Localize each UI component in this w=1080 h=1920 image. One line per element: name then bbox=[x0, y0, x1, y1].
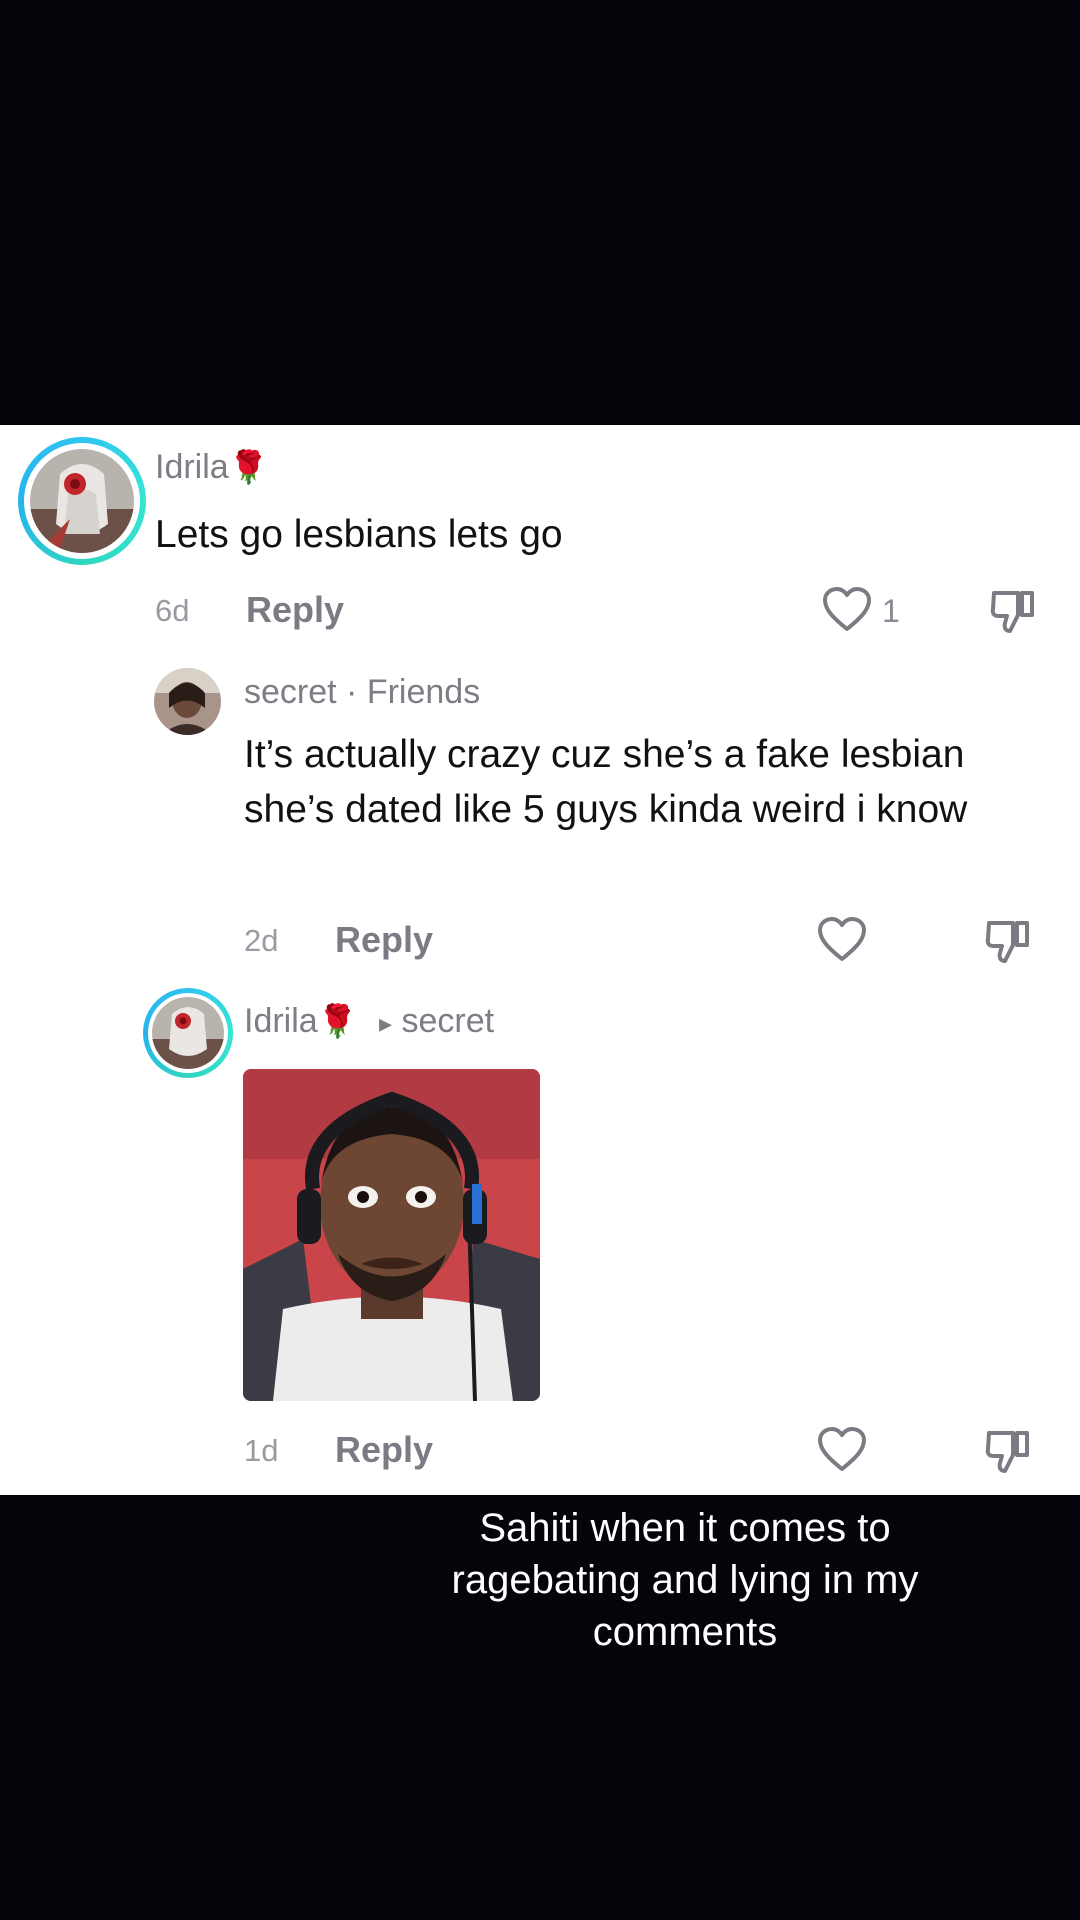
reaction-gif-image[interactable] bbox=[243, 1069, 540, 1401]
heart-icon[interactable] bbox=[817, 1427, 867, 1473]
avatar bbox=[30, 449, 134, 553]
comments-panel: Idrila🌹 Lets go lesbians lets go 6d Repl… bbox=[0, 425, 1080, 1495]
comment-2-text: It’s actually crazy cuz she’s a fake les… bbox=[244, 733, 968, 831]
comment-2-username[interactable]: secret · Friends bbox=[244, 673, 480, 712]
username-text[interactable]: Idrila bbox=[155, 448, 229, 486]
comment-1-text: Lets go lesbians lets go bbox=[155, 513, 563, 556]
avatar-ring[interactable] bbox=[143, 988, 233, 1078]
comment-3-reply-button[interactable]: Reply bbox=[335, 1429, 433, 1471]
comment-3-time: 1d bbox=[244, 1433, 279, 1468]
rose-emoji: 🌹 bbox=[228, 449, 269, 485]
comment-3-username[interactable]: Idrila🌹 ▸ secret bbox=[244, 1002, 494, 1041]
rose-emoji: 🌹 bbox=[317, 1003, 358, 1039]
avatar bbox=[152, 997, 224, 1069]
comment-1-username[interactable]: Idrila🌹 bbox=[155, 448, 269, 487]
heart-icon[interactable] bbox=[817, 917, 867, 963]
heart-icon[interactable] bbox=[822, 587, 872, 633]
dislike-icon[interactable] bbox=[988, 585, 1038, 635]
comment-2-time: 2d bbox=[244, 923, 279, 958]
dislike-icon[interactable] bbox=[983, 915, 1033, 965]
video-caption: Sahiti when it comes to ragebating and l… bbox=[451, 1506, 919, 1654]
comment-1-reply-button[interactable]: Reply bbox=[246, 589, 344, 631]
username-text[interactable]: Idrila bbox=[244, 1002, 318, 1040]
dislike-icon[interactable] bbox=[983, 1425, 1033, 1475]
comment-1-time: 6d bbox=[155, 593, 190, 628]
separator: · bbox=[346, 673, 358, 711]
comment-1-like-count: 1 bbox=[882, 593, 900, 629]
friends-tag: Friends bbox=[366, 673, 481, 711]
avatar-ring[interactable] bbox=[18, 437, 146, 565]
comment-2-reply-button[interactable]: Reply bbox=[335, 919, 433, 961]
avatar[interactable] bbox=[154, 668, 221, 735]
reply-to-username[interactable]: secret bbox=[402, 1002, 495, 1040]
reply-arrow-icon: ▸ bbox=[379, 1008, 393, 1038]
username-text[interactable]: secret bbox=[244, 673, 337, 711]
